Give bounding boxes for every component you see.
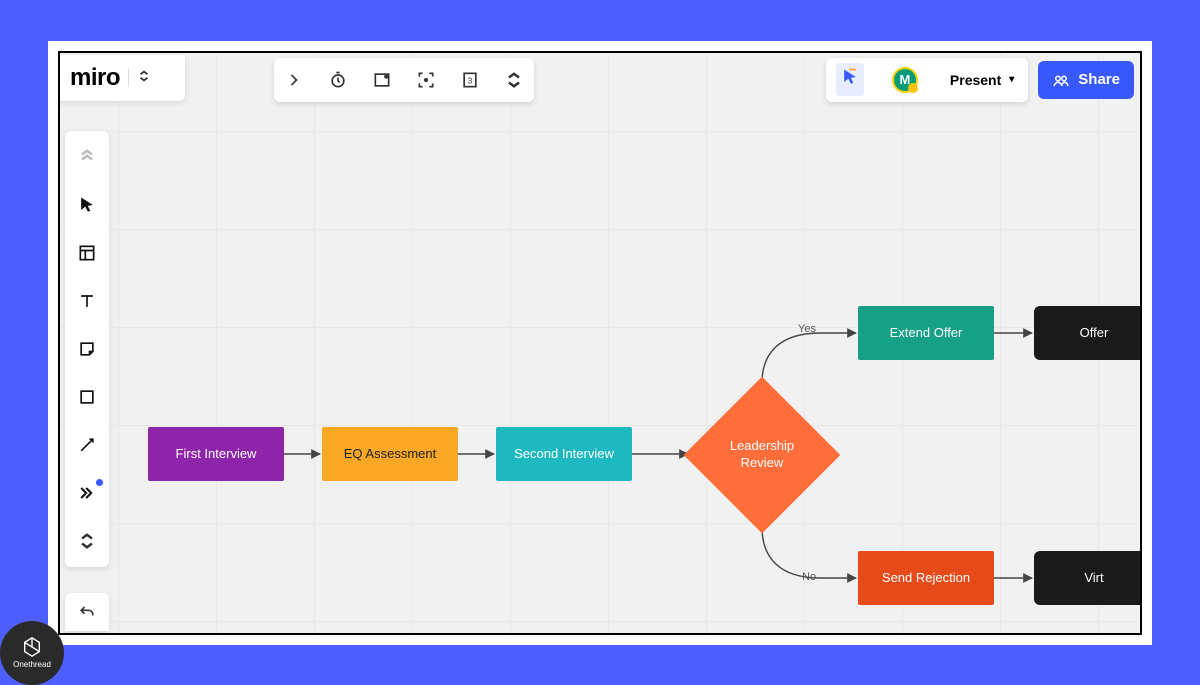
slide-3-icon[interactable]: 3 xyxy=(458,68,482,92)
svg-text:3: 3 xyxy=(468,75,473,85)
node-virt[interactable]: Virt xyxy=(1034,551,1142,605)
node-second-interview[interactable]: Second Interview xyxy=(496,427,632,481)
focus-frame-icon[interactable] xyxy=(414,68,438,92)
node-label: Virt xyxy=(1084,570,1103,585)
node-label: EQ Assessment xyxy=(344,446,436,461)
node-offer[interactable]: Offer xyxy=(1034,306,1142,360)
node-label: LeadershipReview xyxy=(730,438,794,472)
cursor-mode-icon[interactable] xyxy=(836,63,864,96)
app-logo-block: miro xyxy=(60,55,185,101)
node-first-interview[interactable]: First Interview xyxy=(148,427,284,481)
share-label: Share xyxy=(1078,71,1120,88)
app-logo[interactable]: miro xyxy=(70,64,120,92)
divider xyxy=(128,69,129,87)
present-button[interactable]: Present ▾ xyxy=(946,72,1018,88)
frame-dot-icon[interactable] xyxy=(370,68,394,92)
sticky-note-tool-icon[interactable] xyxy=(75,337,99,361)
node-label: First Interview xyxy=(176,446,257,461)
present-label: Present xyxy=(950,72,1001,88)
top-toolbar: 3 xyxy=(274,58,534,102)
watermark-label: Onethread xyxy=(13,660,51,669)
shape-tool-icon[interactable] xyxy=(75,385,99,409)
node-label: Offer xyxy=(1080,325,1109,340)
avatar-initial: M xyxy=(899,72,910,87)
right-toolbar: M Present ▾ Share xyxy=(826,58,1134,102)
collapse-icon[interactable] xyxy=(75,145,99,169)
node-label: Send Rejection xyxy=(882,570,970,585)
more-tools-icon[interactable] xyxy=(75,481,99,505)
template-tool-icon[interactable] xyxy=(75,241,99,265)
board-menu-chevron-icon[interactable] xyxy=(137,69,151,86)
expand-chevron-icon[interactable] xyxy=(75,529,99,553)
avatar[interactable]: M xyxy=(892,67,918,93)
node-send-rejection[interactable]: Send Rejection xyxy=(858,551,994,605)
board-canvas[interactable]: miro 3 xyxy=(58,51,1142,635)
node-leadership-review[interactable]: LeadershipReview xyxy=(684,377,840,533)
toolbar-more-chevron-icon[interactable] xyxy=(502,68,526,92)
left-toolbar xyxy=(65,131,109,567)
breadcrumb-forward-icon[interactable] xyxy=(282,68,306,92)
edge-label-yes: Yes xyxy=(798,323,816,335)
node-extend-offer[interactable]: Extend Offer xyxy=(858,306,994,360)
share-button[interactable]: Share xyxy=(1038,61,1134,99)
undo-button[interactable] xyxy=(65,593,109,631)
line-tool-icon[interactable] xyxy=(75,433,99,457)
edge-label-no: No xyxy=(802,571,816,583)
timer-icon[interactable] xyxy=(326,68,350,92)
node-eq-assessment[interactable]: EQ Assessment xyxy=(322,427,458,481)
text-tool-icon[interactable] xyxy=(75,289,99,313)
select-tool-icon[interactable] xyxy=(75,193,99,217)
node-label: Extend Offer xyxy=(890,325,963,340)
present-caret-icon: ▾ xyxy=(1009,74,1014,85)
node-label: Second Interview xyxy=(514,446,614,461)
watermark-badge: Onethread xyxy=(0,621,64,685)
